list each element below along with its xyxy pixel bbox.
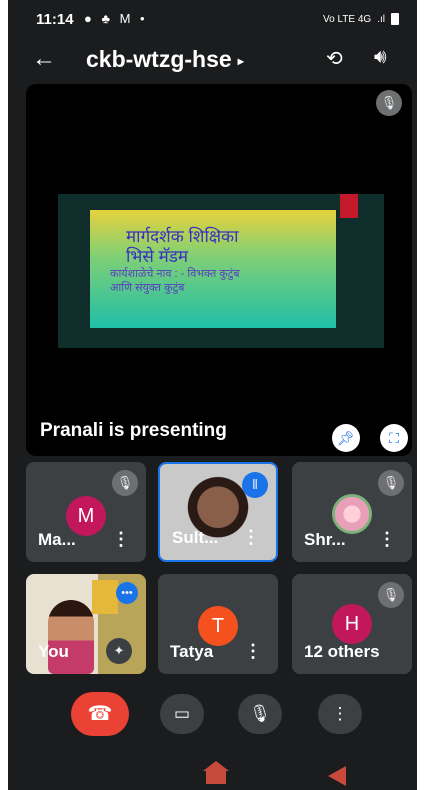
more-vert-icon[interactable]: ⋮	[244, 641, 262, 662]
signal-icon: .ıl	[377, 13, 385, 25]
slide-line-4: आणि संयुक्त कुटुंब	[110, 282, 185, 294]
avatar: H	[332, 604, 372, 644]
network-label: Vo LTE 4G	[323, 13, 372, 25]
participant-name: 12 others	[304, 642, 380, 661]
status-bar: 11:14 ● ♣ M • Vo LTE 4G .ıl	[8, 0, 417, 38]
status-time: 11:14	[36, 11, 74, 28]
slide-line-2: भिसे मॅडम	[126, 247, 188, 266]
self-person	[48, 600, 94, 674]
more-vert-icon[interactable]: ⋮	[242, 527, 260, 548]
end-call-icon[interactable]: ☎︎	[71, 692, 129, 736]
mic-off-icon: 🎙︎	[112, 470, 138, 496]
more-vert-icon[interactable]: ⋮	[112, 529, 130, 550]
notification-icons: ● ♣ M •	[84, 11, 148, 26]
caret-right-icon: ▸	[237, 53, 244, 68]
speaking-icon: ⦀	[242, 472, 268, 498]
participant-name: Shr...	[304, 530, 346, 549]
mic-off-icon: 🎙︎	[378, 470, 404, 496]
switch-camera-icon[interactable]: ⟲	[326, 46, 343, 71]
slide-red-mark	[340, 194, 358, 218]
meeting-title[interactable]: ckb-wtzg-hse ▸	[86, 46, 244, 73]
avatar	[332, 494, 372, 534]
participant-name: Tatya	[170, 642, 214, 661]
home-icon[interactable]	[203, 761, 229, 784]
more-vert-icon[interactable]: ⋮	[378, 529, 396, 550]
effects-icon[interactable]: ✦	[106, 638, 132, 664]
system-nav-bar	[8, 744, 417, 790]
mic-off-icon: 🎙︎	[378, 582, 404, 608]
battery-icon	[391, 13, 399, 25]
status-right: Vo LTE 4G .ıl	[323, 13, 399, 25]
phone-screen: 11:14 ● ♣ M • Vo LTE 4G .ıl ← ckb-wtzg-h…	[8, 0, 417, 790]
participant-tile-ma[interactable]: 🎙︎ M Ma... ⋮	[26, 462, 146, 562]
shared-slide: मार्गदर्शक शिक्षिका भिसे मॅडम कार्यशाळेच…	[58, 194, 384, 348]
more-vert-icon[interactable]: ⋮	[318, 694, 362, 734]
participant-tile-tatya[interactable]: T Tatya ⋮	[158, 574, 278, 674]
speaker-icon[interactable]: 🔊︎	[374, 46, 387, 69]
slide-panel: मार्गदर्शक शिक्षिका भिसे मॅडम कार्यशाळेच…	[90, 210, 336, 328]
top-bar: ← ckb-wtzg-hse ▸ ⟲ 🔊︎	[8, 40, 417, 80]
more-horiz-icon: •••	[116, 582, 138, 604]
presentation-stage[interactable]: 🎙︎ मार्गदर्शक शिक्षिका भिसे मॅडम कार्यशा…	[26, 84, 412, 456]
background-poster	[92, 580, 118, 614]
back-triangle-icon[interactable]	[328, 766, 346, 786]
participant-tile-others[interactable]: 🎙︎ H 12 others	[292, 574, 412, 674]
mic-off-icon: 🎙︎	[376, 90, 402, 116]
pin-icon[interactable]: 📌︎	[332, 424, 360, 452]
participant-name: Ma...	[38, 530, 76, 549]
participant-tile-sult[interactable]: ⦀ Sult... ⋮	[158, 462, 278, 562]
participant-name: You	[38, 642, 69, 661]
arrow-left-icon[interactable]: ←	[32, 45, 56, 73]
meeting-code: ckb-wtzg-hse	[86, 46, 232, 72]
presenter-label: Pranali is presenting	[40, 420, 227, 441]
participant-name: Sult...	[172, 528, 219, 547]
call-controls: ☎︎ ▭ 🎙︎ ⋮	[8, 690, 417, 740]
slide-line-3: कार्यशाळेचे नाव : - विभक्त कुटुंब	[110, 268, 240, 280]
fullscreen-icon[interactable]: ⛶	[380, 424, 408, 452]
participant-tile-shr[interactable]: 🎙︎ Shr... ⋮	[292, 462, 412, 562]
mic-icon[interactable]: 🎙︎	[238, 694, 282, 734]
avatar: T	[198, 606, 238, 646]
camera-icon[interactable]: ▭	[160, 694, 204, 734]
participant-tile-you[interactable]: ••• You ✦	[26, 574, 146, 674]
